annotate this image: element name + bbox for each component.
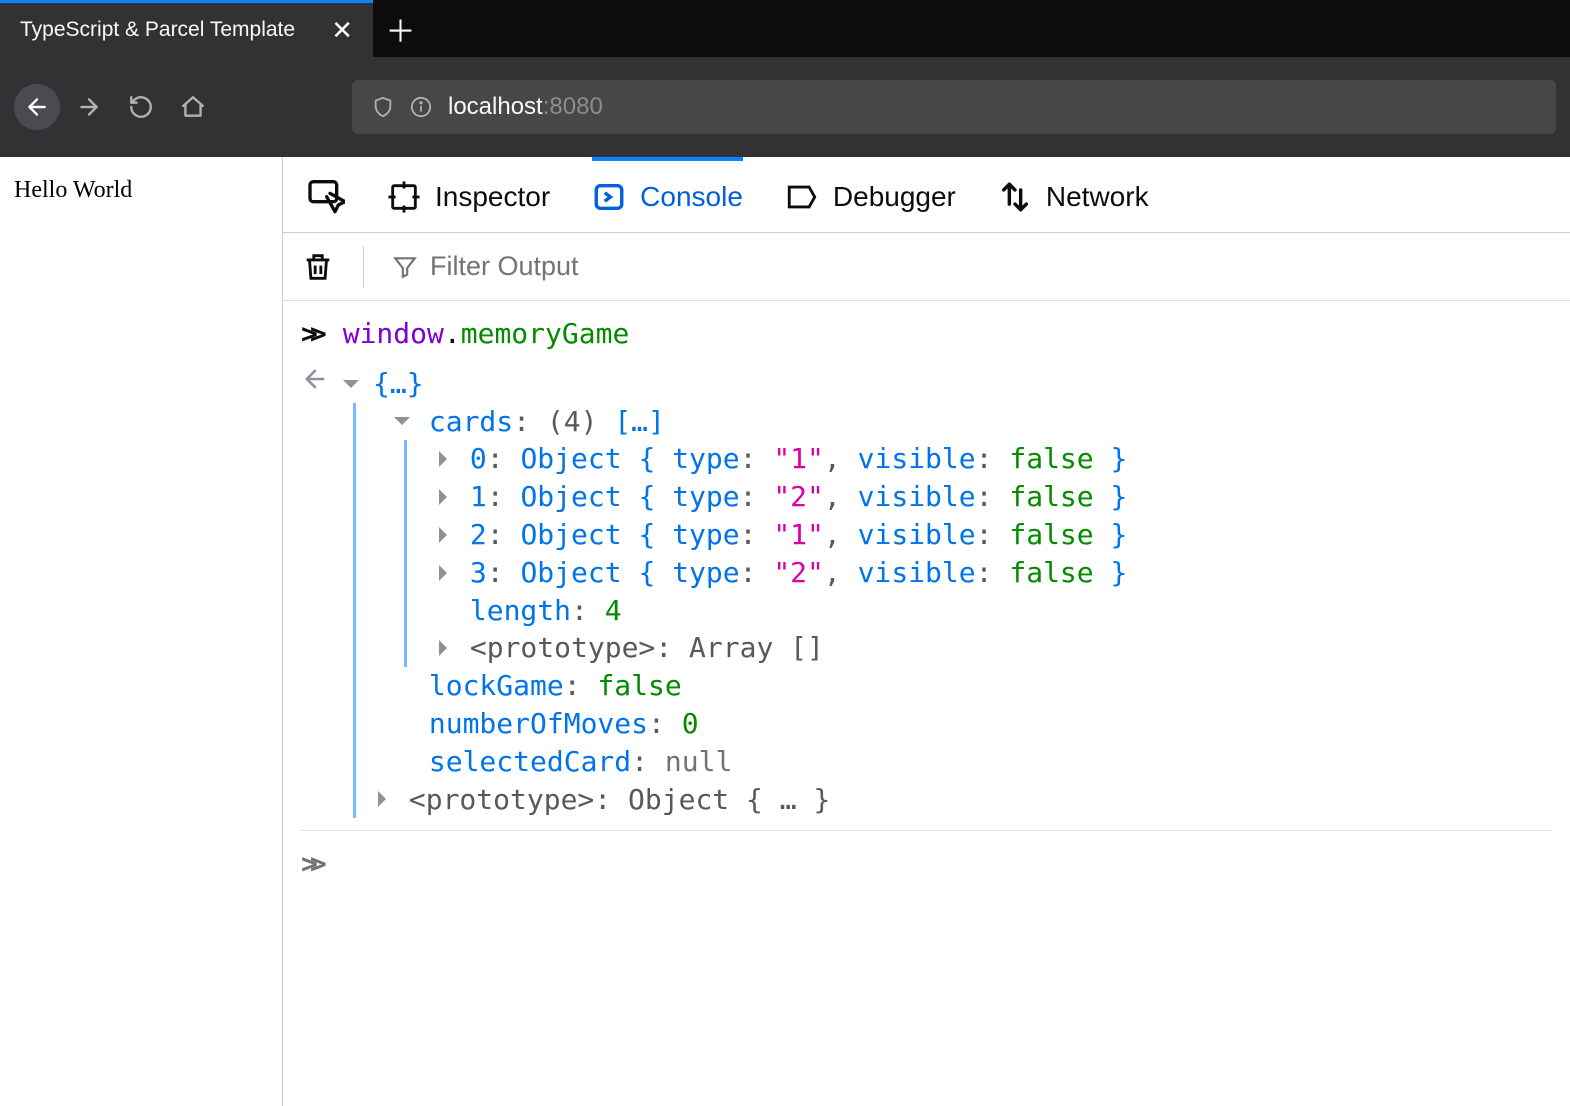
prompt-icon: >> [301, 845, 319, 883]
separator [363, 246, 364, 288]
page-heading: Hello World [14, 177, 268, 204]
twisty-closed-icon[interactable] [433, 638, 453, 658]
tree-row-lockgame: lockGame: false [356, 667, 1552, 705]
tab-inspector[interactable]: Inspector [387, 157, 550, 232]
devtools-tab-bar: Inspector Console Debugger Network [283, 157, 1570, 233]
tree-row-item-3[interactable]: 3: Object { type: "2", visible: false } [407, 554, 1552, 592]
twisty-open-icon[interactable] [341, 374, 361, 394]
tab-network[interactable]: Network [998, 157, 1149, 232]
tree-row-cards[interactable]: cards: (4) […] [356, 403, 1552, 441]
tab-console[interactable]: Console [592, 157, 743, 232]
tree-row-item-2[interactable]: 2: Object { type: "1", visible: false } [407, 516, 1552, 554]
reload-button[interactable] [118, 84, 164, 130]
twisty-closed-icon[interactable] [433, 449, 453, 469]
console-expression: window.memoryGame [343, 315, 630, 353]
tree-row-item-1[interactable]: 1: Object { type: "2", visible: false } [407, 478, 1552, 516]
twisty-closed-icon[interactable] [433, 525, 453, 545]
tree-row-proto-object[interactable]: <prototype>: Object { … } [356, 781, 1552, 819]
new-tab-button[interactable]: ＋ [373, 0, 428, 57]
console-toolbar: Filter Output [283, 233, 1570, 301]
twisty-closed-icon[interactable] [433, 563, 453, 583]
devtools-panel: Inspector Console Debugger Network [282, 157, 1570, 1106]
twisty-open-icon[interactable] [392, 411, 412, 431]
nav-bar: localhost:8080 [0, 57, 1570, 157]
info-icon[interactable] [410, 96, 432, 118]
url-bar[interactable]: localhost:8080 [352, 80, 1556, 134]
home-button[interactable] [170, 84, 216, 130]
prompt-icon: >> [301, 315, 319, 353]
twisty-closed-icon[interactable] [433, 487, 453, 507]
funnel-icon [392, 254, 418, 280]
element-picker-icon[interactable] [305, 175, 345, 215]
tree-row-numberofmoves: numberOfMoves: 0 [356, 705, 1552, 743]
tab-bar: TypeScript & Parcel Template ✕ ＋ [0, 0, 1570, 57]
tree-row-length: length: 4 [407, 592, 1552, 630]
close-icon[interactable]: ✕ [331, 15, 353, 46]
twisty-closed-icon[interactable] [372, 789, 392, 809]
tree-row-proto-array[interactable]: <prototype>: Array [] [407, 629, 1552, 667]
console-output: >> window.memoryGame {…} cards: (4) […] [283, 301, 1570, 1106]
console-input-row: >> window.memoryGame [301, 315, 1552, 353]
output-arrow-icon [301, 365, 329, 403]
browser-tab[interactable]: TypeScript & Parcel Template ✕ [0, 0, 373, 57]
forward-button[interactable] [66, 84, 112, 130]
cards-array-block: 0: Object { type: "1", visible: false } … [404, 440, 1552, 667]
console-input[interactable]: >> [301, 830, 1552, 883]
page-body: Hello World [0, 157, 282, 1106]
shield-icon [372, 96, 394, 118]
filter-input[interactable]: Filter Output [392, 251, 579, 282]
back-button[interactable] [14, 84, 60, 130]
object-summary[interactable]: {…} [373, 365, 424, 403]
tab-debugger[interactable]: Debugger [785, 157, 956, 232]
tab-title: TypeScript & Parcel Template [20, 18, 321, 42]
tree-row-item-0[interactable]: 0: Object { type: "1", visible: false } [407, 440, 1552, 478]
object-tree: cards: (4) […] 0: Object { type: "1", vi… [353, 403, 1552, 819]
trash-icon[interactable] [301, 250, 335, 284]
url-text: localhost:8080 [448, 93, 603, 121]
tree-row-selectedcard: selectedCard: null [356, 743, 1552, 781]
